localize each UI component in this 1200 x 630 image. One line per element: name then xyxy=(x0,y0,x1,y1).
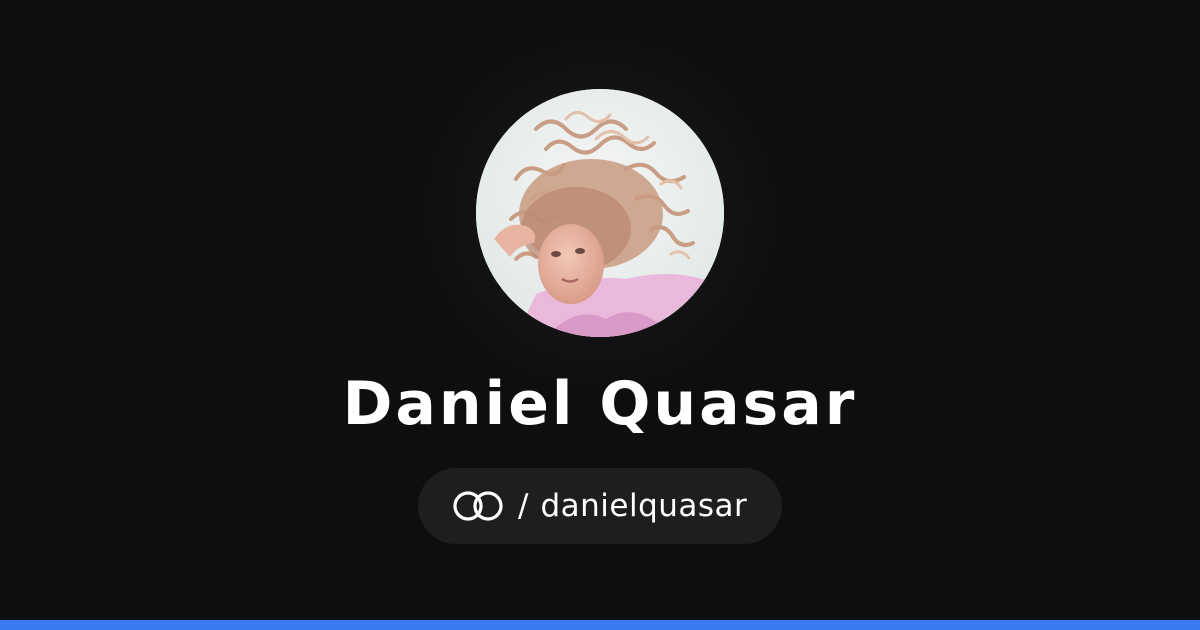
profile-link-pill[interactable]: / danielquasar xyxy=(418,468,782,544)
share-card: Daniel Quasar / danielquasar xyxy=(0,0,1200,630)
profile-handle: danielquasar xyxy=(540,488,748,524)
accent-bar xyxy=(0,620,1200,630)
profile-photo-icon xyxy=(476,89,724,337)
linked-rings-icon xyxy=(450,490,506,522)
path-separator: / xyxy=(518,488,529,524)
profile-name: Daniel Quasar xyxy=(342,369,858,439)
avatar xyxy=(476,89,724,337)
